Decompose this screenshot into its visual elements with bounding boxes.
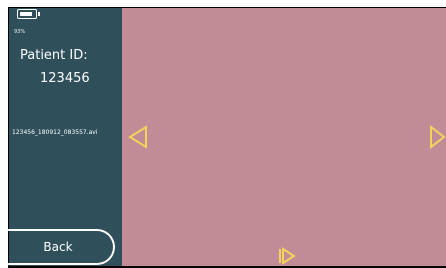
patient-id-label: Patient ID: bbox=[20, 48, 88, 63]
patient-id-value: 123456 bbox=[40, 71, 90, 86]
chevron-right-icon[interactable] bbox=[429, 125, 445, 149]
battery-icon bbox=[17, 9, 40, 19]
back-button-label: Back bbox=[43, 240, 73, 254]
play-step-icon[interactable] bbox=[278, 246, 296, 266]
video-viewport[interactable] bbox=[122, 8, 446, 266]
chevron-left-icon[interactable] bbox=[128, 125, 148, 149]
battery-percent: 93% bbox=[14, 29, 26, 35]
back-button[interactable]: Back bbox=[3, 229, 115, 265]
video-filename: 123456_180912_083557.avi bbox=[12, 129, 98, 136]
sidebar: 93% Patient ID: 123456 123456_180912_083… bbox=[3, 8, 122, 266]
